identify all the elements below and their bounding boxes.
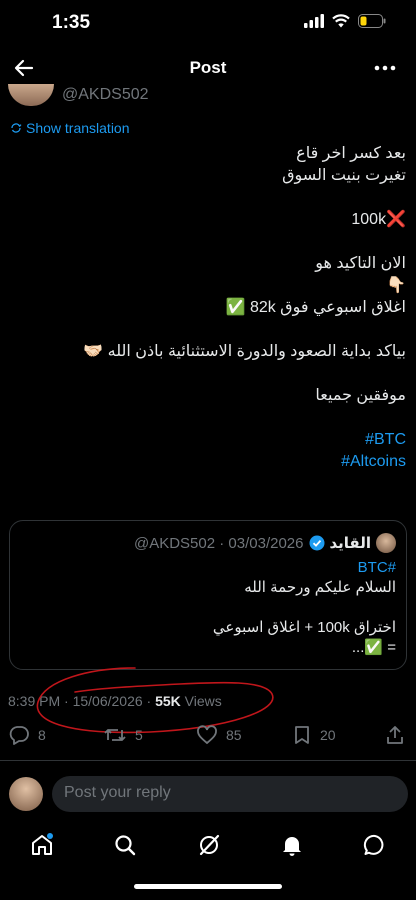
hashtag-link[interactable]: #BTC: [16, 429, 406, 451]
share-action[interactable]: [384, 724, 406, 746]
views-count: 55K: [155, 693, 181, 709]
action-bar: 8 5 85 20: [0, 724, 416, 750]
post-line: ❌100k: [351, 211, 406, 228]
like-action[interactable]: 85: [196, 724, 242, 746]
post-line: موفقين جميعا: [315, 387, 406, 404]
show-translation-link[interactable]: Show translation: [10, 120, 130, 136]
messages-icon[interactable]: [362, 832, 388, 858]
status-time: 1:35: [52, 12, 91, 33]
repost-icon: [104, 729, 126, 741]
post-text: بعد كسر اخر قاع تغيرت بنيت السوق ❌100k ا…: [16, 143, 406, 473]
reply-icon: [9, 726, 29, 745]
reply-action[interactable]: 8: [8, 724, 46, 746]
post-line: بياكد بداية الصعود والدورة الاستثنائية ب…: [83, 343, 406, 360]
author-avatar[interactable]: [8, 84, 54, 106]
hashtag-link[interactable]: #Altcoins: [16, 451, 406, 473]
quoted-line: السلام عليكم ورحمة الله: [244, 579, 396, 596]
quoted-author-name: القايد: [329, 535, 372, 552]
home-indicator[interactable]: [134, 884, 282, 889]
post-line: الان التاكيد هو: [315, 255, 406, 272]
reply-input[interactable]: Post your reply: [52, 776, 408, 812]
post-line: بعد كسر اخر قاع: [296, 145, 406, 162]
bottom-tab-bar: [0, 822, 416, 866]
post-line: اغلاق اسبوعي فوق 82k ✅: [225, 299, 406, 316]
author-handle[interactable]: @AKDS502: [62, 86, 149, 104]
quoted-line: [26, 598, 396, 618]
grok-icon[interactable]: [196, 832, 222, 858]
quoted-handle-date: @AKDS502 · 03/03/2026: [133, 534, 304, 552]
bookmark-count: 20: [320, 727, 336, 743]
more-options-icon[interactable]: [372, 56, 398, 80]
verified-badge-icon: [309, 535, 324, 551]
post-line: [16, 319, 406, 341]
divider: [0, 760, 416, 761]
bookmark-icon: [295, 726, 309, 744]
post-line: [16, 231, 406, 253]
quoted-post-text: #BTC السلام عليكم ورحمة الله اختراق 100k…: [26, 558, 396, 658]
repost-count: 5: [135, 727, 143, 743]
post-line: تغيرت بنيت السوق: [282, 167, 406, 184]
like-count: 85: [226, 727, 242, 743]
page-title: Post: [189, 58, 227, 77]
views-label: Views: [180, 693, 222, 709]
home-icon[interactable]: [29, 832, 55, 858]
post-line: [16, 363, 406, 385]
translate-icon: [11, 123, 22, 133]
post-line: [16, 187, 406, 209]
wifi-icon: [332, 14, 350, 28]
quoted-post-header: القايد @AKDS502 · 03/03/2026: [134, 533, 396, 553]
user-avatar[interactable]: [9, 777, 43, 811]
post-timestamp: 8:39 PM · 15/06/2026 ·: [8, 693, 156, 709]
status-icons: [304, 14, 386, 28]
search-icon[interactable]: [112, 832, 138, 858]
status-bar: 1:35: [0, 0, 416, 48]
quoted-line: #BTC: [357, 559, 396, 576]
notifications-bell-icon[interactable]: [279, 832, 305, 858]
post-timestamp-views: 8:39 PM · 15/06/2026 · 55K Views: [8, 693, 222, 709]
heart-icon: [197, 725, 217, 745]
quoted-avatar: [376, 533, 396, 553]
quoted-line: اختراق 100k + اغلاق اسبوعي: [212, 619, 396, 636]
quoted-line: = ✅...: [351, 639, 396, 656]
post-line: 👇🏻: [386, 277, 406, 294]
share-icon: [387, 726, 403, 744]
repost-action[interactable]: 5: [103, 724, 143, 746]
battery-icon: [358, 14, 386, 28]
signal-icon: [304, 14, 324, 28]
show-translation-label: Show translation: [26, 120, 130, 136]
bookmark-action[interactable]: 20: [292, 724, 336, 746]
post-line: [16, 407, 406, 429]
reply-count: 8: [38, 727, 46, 743]
